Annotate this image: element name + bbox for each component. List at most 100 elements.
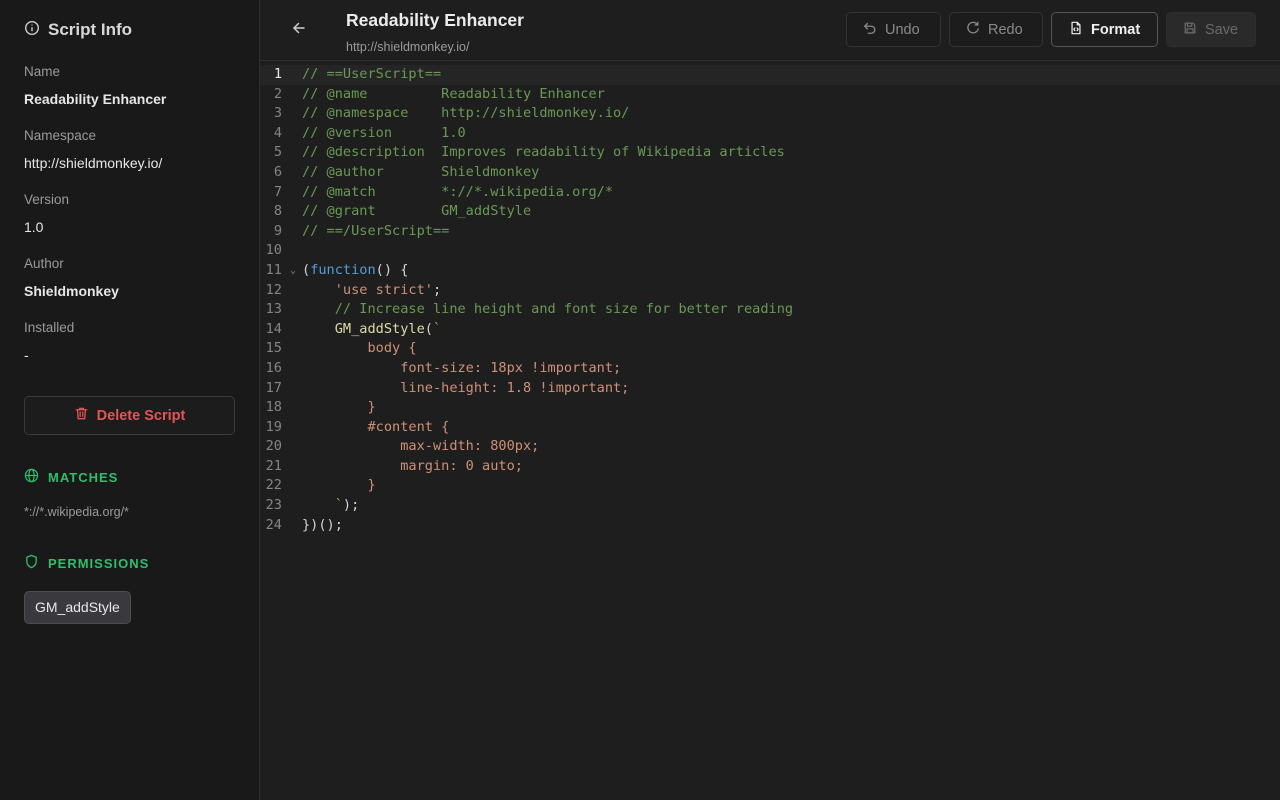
code-text: #content { <box>302 418 1280 438</box>
code-token: ` <box>302 497 343 514</box>
code-line[interactable]: 14 GM_addStyle(` <box>260 320 1280 340</box>
info-icon <box>24 20 40 41</box>
line-number: 4 <box>273 124 282 141</box>
code-text: `); <box>302 496 1280 516</box>
script-info-sidebar: Script Info Name Readability Enhancer Name… <box>0 0 260 800</box>
undo-label: Undo <box>885 21 920 38</box>
code-token: body { <box>302 340 417 357</box>
redo-label: Redo <box>988 21 1023 38</box>
code-line[interactable]: 11 ⌄ (function() { <box>260 261 1280 281</box>
line-number: 13 <box>265 301 282 318</box>
fold-gutter <box>282 183 302 203</box>
shield-icon <box>24 554 39 572</box>
code-token: max-width: 800px; <box>302 438 540 455</box>
code-line[interactable]: 17 line-height: 1.8 !important; <box>260 379 1280 399</box>
code-text: body { <box>302 339 1280 359</box>
arrow-left-icon <box>291 20 307 41</box>
code-line[interactable]: 16 font-size: 18px !important; <box>260 359 1280 379</box>
code-line[interactable]: 1 // ==UserScript== <box>260 65 1280 85</box>
code-line[interactable]: 8 // @grant GM_addStyle <box>260 202 1280 222</box>
matches-list: *://*.wikipedia.org/* <box>24 505 235 521</box>
fold-gutter <box>282 457 302 477</box>
code-line[interactable]: 3 // @namespace http://shieldmonkey.io/ <box>260 104 1280 124</box>
fold-gutter <box>282 202 302 222</box>
code-editor[interactable]: 1 // ==UserScript== 2 // @name Readability … <box>260 61 1280 800</box>
app-root: Script Info Name Readability Enhancer Name… <box>0 0 1280 800</box>
script-title: Readability Enhancer <box>346 10 524 30</box>
code-line[interactable]: 19 #content { <box>260 418 1280 438</box>
code-line[interactable]: 20 max-width: 800px; <box>260 437 1280 457</box>
code-line[interactable]: 2 // @name Readability Enhancer <box>260 85 1280 105</box>
code-token: } <box>302 399 376 416</box>
code-text: // Increase line height and font size fo… <box>302 300 1280 320</box>
sidebar-title: Script Info <box>24 18 235 42</box>
line-number: 21 <box>265 457 282 474</box>
code-line[interactable]: 6 // @author Shieldmonkey <box>260 163 1280 183</box>
line-number: 2 <box>273 85 282 102</box>
back-button[interactable] <box>288 19 310 41</box>
code-line[interactable]: 21 margin: 0 auto; <box>260 457 1280 477</box>
code-text: // @version 1.0 <box>302 124 1280 144</box>
field-name: Name Readability Enhancer <box>24 64 235 108</box>
code-text: // @grant GM_addStyle <box>302 202 1280 222</box>
code-line[interactable]: 15 body { <box>260 339 1280 359</box>
code-token: function <box>310 261 376 278</box>
code-text: })(); <box>302 516 1280 536</box>
code-line[interactable]: 9 // ==/UserScript== <box>260 222 1280 242</box>
line-number: 12 <box>265 281 282 298</box>
field-namespace: Namespace http://shieldmonkey.io/ <box>24 128 235 172</box>
format-button[interactable]: Format <box>1051 12 1158 47</box>
field-label: Namespace <box>24 128 97 143</box>
field-value: 1.0 <box>24 219 44 235</box>
code-line[interactable]: 18 } <box>260 398 1280 418</box>
undo-button[interactable]: Undo <box>846 12 941 47</box>
field-installed: Installed - <box>24 320 235 364</box>
fold-gutter <box>282 104 302 124</box>
code-line[interactable]: 4 // @version 1.0 <box>260 124 1280 144</box>
code-token: })(); <box>302 516 343 533</box>
fold-gutter <box>282 496 302 516</box>
permission-chip: GM_addStyle <box>24 591 131 624</box>
code-line[interactable]: 13 // Increase line height and font size… <box>260 300 1280 320</box>
code-token: () { <box>375 261 409 278</box>
delete-script-button[interactable]: Delete Script <box>24 396 235 435</box>
redo-icon <box>966 21 980 39</box>
script-fields: Name Readability Enhancer Namespace http://… <box>24 64 235 364</box>
code-token: font-size: 18px !important; <box>302 359 622 376</box>
code-text: line-height: 1.8 !important; <box>302 379 1280 399</box>
permissions-list: GM_addStyle <box>24 571 235 624</box>
code-line[interactable]: 10 <box>260 241 1280 261</box>
line-number: 15 <box>265 340 282 357</box>
code-line[interactable]: 23 `); <box>260 496 1280 516</box>
code-line[interactable]: 5 // @description Improves readability of… <box>260 143 1280 163</box>
fold-gutter <box>282 516 302 536</box>
line-number: 14 <box>265 320 282 337</box>
field-version: Version 1.0 <box>24 192 235 236</box>
code-text: // ==UserScript== <box>302 65 1280 85</box>
code-line[interactable]: 12 'use strict'; <box>260 281 1280 301</box>
fold-gutter <box>282 241 302 261</box>
code-line[interactable]: 22 } <box>260 476 1280 496</box>
fold-chevron-icon[interactable]: ⌄ <box>282 261 302 281</box>
line-number: 24 <box>265 516 282 533</box>
save-button[interactable]: Save <box>1166 12 1256 47</box>
code-token: ( <box>424 320 433 337</box>
permissions-heading: PERMISSIONS <box>24 554 235 572</box>
fold-gutter <box>282 398 302 418</box>
code-text: // @name Readability Enhancer <box>302 85 1280 105</box>
code-line[interactable]: 7 // @match *://*.wikipedia.org/* <box>260 183 1280 203</box>
code-line[interactable]: 24 })(); <box>260 516 1280 536</box>
fold-gutter <box>282 379 302 399</box>
redo-button[interactable]: Redo <box>949 12 1043 47</box>
code-token: ` <box>432 320 442 337</box>
code-token: #content { <box>302 418 450 435</box>
field-author: Author Shieldmonkey <box>24 256 235 300</box>
code-token: // Increase line height and font size fo… <box>334 301 794 318</box>
line-number: 3 <box>273 105 282 122</box>
file-code-icon <box>1069 21 1083 39</box>
code-token: ( <box>302 261 311 278</box>
